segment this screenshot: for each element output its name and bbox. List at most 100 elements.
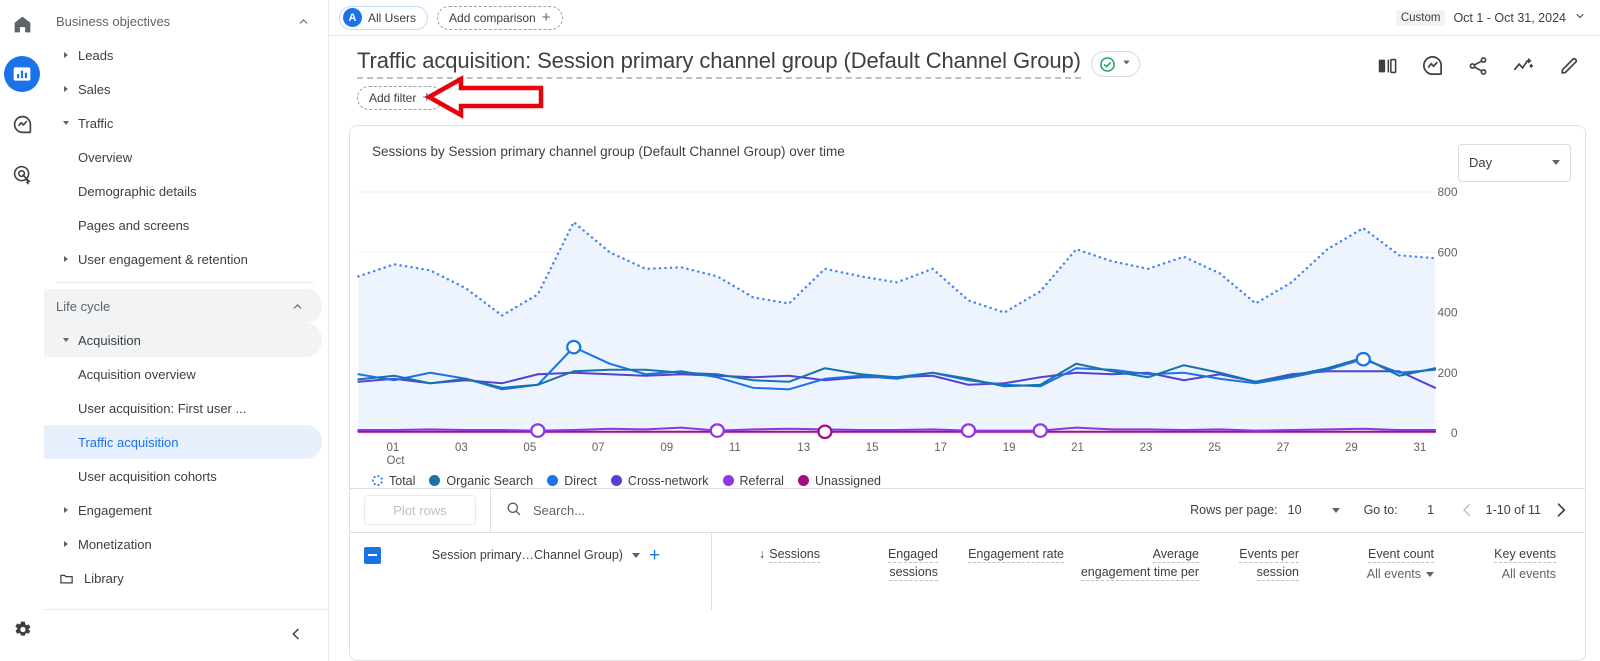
column-label: Events per session bbox=[1239, 546, 1299, 582]
expand-caret-icon bbox=[54, 256, 78, 262]
add-comparison-chip[interactable]: Add comparison + bbox=[437, 5, 563, 30]
table-header-key-events[interactable]: Key events All events bbox=[1444, 533, 1566, 610]
date-range-control[interactable]: Custom Oct 1 - Oct 31, 2024 bbox=[1395, 9, 1586, 26]
table-header-row: Session primary…Channel Group) + ↓ Sessio… bbox=[350, 531, 1585, 610]
sidebar-item-monetization[interactable]: Monetization bbox=[44, 527, 322, 561]
dimension-selector[interactable]: Session primary…Channel Group) + bbox=[381, 546, 711, 565]
sidebar-item-pages-and-screens[interactable]: Pages and screens bbox=[44, 208, 322, 242]
table-search[interactable]: Search... bbox=[491, 500, 1190, 520]
rows-per-page-label: Rows per page: bbox=[1190, 503, 1278, 518]
next-page-button[interactable] bbox=[1551, 500, 1571, 520]
audience-chip-all-users[interactable]: A All Users bbox=[339, 5, 429, 30]
explore-icon[interactable] bbox=[4, 106, 40, 142]
admin-gear-icon[interactable] bbox=[4, 611, 40, 647]
granularity-value: Day bbox=[1469, 155, 1493, 171]
table-header-dimension: Session primary…Channel Group) + bbox=[350, 532, 712, 610]
goto-label: Go to: bbox=[1363, 503, 1398, 518]
search-placeholder: Search... bbox=[533, 502, 586, 518]
chevron-down-icon bbox=[1552, 160, 1560, 166]
report-topbar: A All Users Add comparison + Custom Oct … bbox=[329, 0, 1600, 35]
expand-caret-icon bbox=[54, 507, 78, 513]
chevron-down-icon bbox=[1331, 507, 1340, 513]
report-actions bbox=[1376, 48, 1586, 77]
sidebar-item-label: User engagement & retention bbox=[78, 251, 248, 267]
home-icon[interactable] bbox=[4, 6, 40, 42]
insights-icon[interactable] bbox=[1421, 54, 1444, 77]
prev-page-button[interactable] bbox=[1458, 501, 1476, 519]
search-icon bbox=[505, 500, 522, 520]
goto-page-input[interactable]: 1 bbox=[1408, 503, 1454, 517]
nav-section-label: Life cycle bbox=[56, 298, 111, 314]
nav-section-business-objectives[interactable]: Business objectives bbox=[44, 4, 328, 38]
icon-rail bbox=[0, 0, 44, 661]
table-header-avg-engagement-time[interactable]: Average engagement time per bbox=[1074, 533, 1209, 610]
audience-avatar: A bbox=[343, 8, 362, 27]
sidebar-item-label: User acquisition cohorts bbox=[78, 468, 217, 484]
sidebar-item-label: Acquisition overview bbox=[78, 366, 196, 382]
table-header-event-count[interactable]: Event count All events bbox=[1309, 533, 1444, 610]
status-caret-icon bbox=[1121, 55, 1132, 73]
table-header-sessions[interactable]: ↓ Sessions bbox=[712, 533, 830, 610]
sidebar-item-label: Acquisition bbox=[78, 332, 141, 348]
column-label: Average engagement time per bbox=[1080, 546, 1199, 582]
column-label: Event count bbox=[1367, 546, 1434, 563]
rows-per-page-select[interactable]: 10 bbox=[1288, 503, 1340, 517]
report-title-row: Traffic acquisition: Session primary cha… bbox=[329, 36, 1600, 79]
sidebar-item-traffic[interactable]: Traffic bbox=[44, 106, 322, 140]
table-toolbar: Plot rows Search... Rows per page: 10 Go… bbox=[350, 487, 1585, 533]
edit-icon[interactable] bbox=[1558, 55, 1580, 77]
sidebar-item-user-engagement-retention[interactable]: User engagement & retention bbox=[44, 242, 322, 276]
sidebar-item-user-acquisition-cohorts[interactable]: User acquisition cohorts bbox=[44, 459, 322, 493]
chart-title: Sessions by Session primary channel grou… bbox=[372, 143, 845, 159]
add-dimension-icon[interactable]: + bbox=[649, 546, 660, 565]
share-icon[interactable] bbox=[1467, 55, 1489, 77]
event-count-filter[interactable]: All events bbox=[1315, 565, 1434, 583]
event-count-filter-label: All events bbox=[1366, 567, 1421, 582]
sidebar-item-label: Demographic details bbox=[78, 183, 197, 199]
sort-desc-icon: ↓ bbox=[759, 546, 766, 561]
dimension-label: Session primary…Channel Group) bbox=[431, 548, 623, 563]
sidebar-item-demographic-details[interactable]: Demographic details bbox=[44, 174, 322, 208]
sidebar-item-engagement[interactable]: Engagement bbox=[44, 493, 322, 527]
expand-caret-icon bbox=[54, 52, 78, 58]
main-content: A All Users Add comparison + Custom Oct … bbox=[329, 0, 1600, 661]
sidebar-item-label: Sales bbox=[78, 81, 111, 97]
table-header-engagement-rate[interactable]: Engagement rate bbox=[948, 533, 1074, 610]
sidebar-item-label: Overview bbox=[78, 149, 133, 165]
table-header-events-per-session[interactable]: Events per session bbox=[1209, 533, 1309, 610]
data-quality-status-pill[interactable] bbox=[1090, 51, 1140, 77]
page-range-label: 1-10 of 11 bbox=[1485, 503, 1541, 518]
key-events-filter-label: All events bbox=[1501, 567, 1556, 582]
key-events-filter: All events bbox=[1450, 565, 1556, 583]
audience-chip-label: All Users bbox=[368, 10, 417, 25]
sidebar-item-label: Monetization bbox=[78, 536, 152, 552]
collapse-rows-checkbox[interactable] bbox=[364, 546, 381, 564]
column-label: Engagement rate bbox=[968, 546, 1064, 563]
plus-icon: + bbox=[541, 9, 551, 26]
sidebar-item-acquisition-overview[interactable]: Acquisition overview bbox=[44, 357, 322, 391]
sidebar-item-user-acquisition[interactable]: User acquisition: First user ... bbox=[44, 391, 322, 425]
reports-icon[interactable] bbox=[4, 56, 40, 92]
granularity-select[interactable]: Day bbox=[1458, 143, 1571, 182]
nav-section-life-cycle[interactable]: Life cycle bbox=[44, 289, 322, 323]
add-filter-label: Add filter bbox=[369, 90, 417, 105]
sidebar-item-acquisition[interactable]: Acquisition bbox=[44, 323, 322, 357]
advertising-icon[interactable] bbox=[4, 156, 40, 192]
annotation-arrow bbox=[424, 75, 545, 124]
filter-row: Add filter + bbox=[329, 75, 1600, 119]
customize-chart-icon[interactable] bbox=[1512, 54, 1535, 77]
sidebar-item-traffic-acquisition[interactable]: Traffic acquisition bbox=[44, 425, 322, 459]
expand-caret-icon bbox=[54, 541, 78, 547]
sidebar-item-label: Engagement bbox=[78, 502, 152, 518]
add-comparison-label: Add comparison bbox=[449, 10, 536, 25]
table-header-engaged-sessions[interactable]: Engaged sessions bbox=[830, 533, 948, 610]
plot-rows-button[interactable]: Plot rows bbox=[364, 495, 476, 526]
sidebar-item-library[interactable]: Library bbox=[44, 561, 322, 595]
sidebar-item-overview[interactable]: Overview bbox=[44, 140, 322, 174]
sidebar-item-leads[interactable]: Leads bbox=[44, 38, 322, 72]
time-series-chart[interactable]: 0 200 400 600 800 01 03 05 07 09 11 13 15 17 19 21 23 25 2… bbox=[350, 178, 1585, 478]
collapse-nav-chevron-icon[interactable] bbox=[288, 626, 304, 645]
nav-section-label: Business objectives bbox=[56, 13, 171, 29]
sidebar-item-sales[interactable]: Sales bbox=[44, 72, 322, 106]
compare-icon[interactable] bbox=[1376, 55, 1398, 77]
